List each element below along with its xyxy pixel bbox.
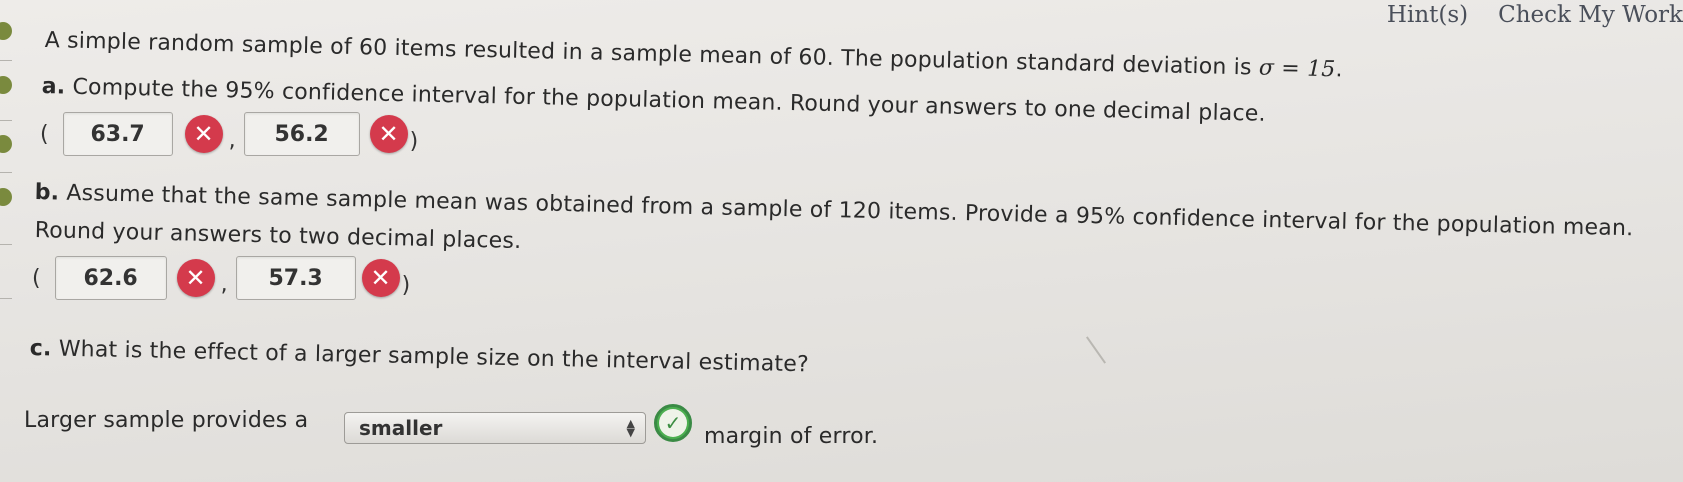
gutter-marker-icon xyxy=(0,135,12,153)
margin-of-error-select[interactable]: smaller ▲ ▼ xyxy=(344,412,646,444)
part-b-answer-row: ( 62.6 ✕ , 57.3 ✕ ) xyxy=(32,256,410,300)
problem-intro-text: A simple random sample of 60 items resul… xyxy=(44,28,1260,81)
part-c-label: c. xyxy=(29,336,52,362)
select-value: smaller xyxy=(359,416,443,440)
gutter-marker-icon xyxy=(0,188,12,206)
close-circle-icon: ✕ xyxy=(176,259,215,297)
close-paren: ) xyxy=(401,272,411,298)
comma-separator: , xyxy=(220,271,228,297)
part-c-sentence-start: Larger sample provides a xyxy=(24,408,309,433)
open-paren: ( xyxy=(40,121,49,147)
close-paren: ) xyxy=(409,128,419,154)
open-paren: ( xyxy=(32,265,41,291)
problem-intro-end: . xyxy=(1335,57,1343,83)
gutter-divider xyxy=(0,172,12,173)
part-c-sentence-end: margin of error. xyxy=(704,424,879,449)
part-b-label: b. xyxy=(34,180,60,206)
part-c-text: What is the effect of a larger sample si… xyxy=(58,336,810,378)
part-a-upper-input[interactable]: 56.2 xyxy=(243,112,360,156)
hints-link[interactable]: Hint(s) xyxy=(1387,2,1468,28)
part-b-text-line2: Round your answers to two decimal places… xyxy=(34,218,522,255)
part-a-lower-input[interactable]: 63.7 xyxy=(62,112,173,156)
part-b-prompt-line2: Round your answers to two decimal places… xyxy=(34,218,521,254)
part-c-prompt: c. What is the effect of a larger sample… xyxy=(29,336,809,377)
check-my-work-link[interactable]: Check My Work xyxy=(1498,2,1683,28)
close-circle-icon: ✕ xyxy=(369,115,408,153)
part-b-lower-input[interactable]: 62.6 xyxy=(54,256,167,300)
part-a-label: a. xyxy=(41,74,66,100)
gutter-divider xyxy=(0,120,12,121)
comma-separator: , xyxy=(228,127,236,153)
gutter-marker-icon xyxy=(0,76,12,94)
top-links: Hint(s) Check My Work xyxy=(1387,0,1683,30)
gutter-divider xyxy=(0,298,12,299)
close-circle-icon: ✕ xyxy=(361,259,400,297)
question-page: Hint(s) Check My Work A simple random sa… xyxy=(0,0,1683,482)
part-b-upper-input[interactable]: 57.3 xyxy=(235,256,356,300)
check-circle-icon: ✓ xyxy=(654,404,692,442)
stray-mark xyxy=(1086,336,1106,364)
close-circle-icon: ✕ xyxy=(184,115,223,153)
part-a-answer-row: ( 63.7 ✕ , 56.2 ✕ ) xyxy=(40,112,418,156)
gutter-divider xyxy=(0,60,12,61)
problem-intro: A simple random sample of 60 items resul… xyxy=(44,28,1343,82)
sigma-value: σ = 15 xyxy=(1258,55,1336,83)
gutter-marker-icon xyxy=(0,22,12,40)
updown-arrows-icon: ▲ ▼ xyxy=(626,417,635,439)
gutter-divider xyxy=(0,244,12,245)
